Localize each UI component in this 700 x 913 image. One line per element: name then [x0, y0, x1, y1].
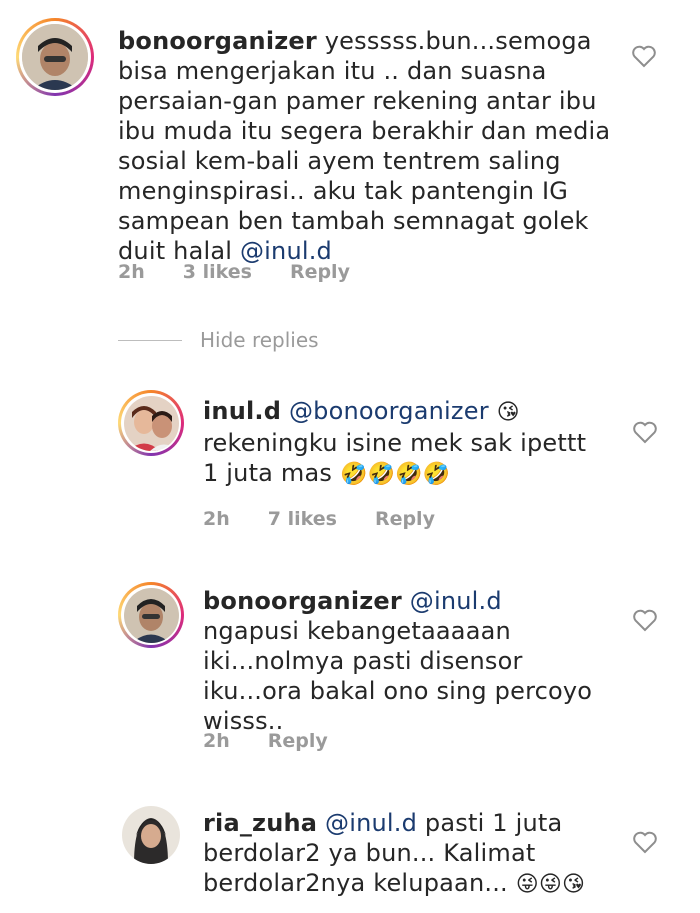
- comment-username[interactable]: bonoorganizer: [118, 27, 317, 55]
- avatar-photo: [123, 395, 179, 451]
- heart-outline-icon[interactable]: [632, 830, 658, 854]
- comment-body: ngapusi kebangetaaaaan iki...nolmya past…: [203, 617, 593, 735]
- comment-likes[interactable]: 3 likes: [183, 261, 252, 283]
- avatar-photo: [123, 587, 179, 643]
- divider-line: [118, 339, 182, 341]
- comment-4: ria_zuha @inul.d pasti 1 juta berdolar2 …: [0, 800, 700, 913]
- comment-1: bonoorganizer yesssss.bun...semoga bisa …: [0, 0, 700, 300]
- comment-meta: 2h 7 likes Reply: [203, 508, 435, 530]
- comment-time: 2h: [203, 508, 230, 530]
- hide-replies-label[interactable]: Hide replies: [200, 328, 319, 352]
- comment-2: inul.d @bonoorganizer 😘 rekeningku isine…: [0, 380, 700, 550]
- avatar[interactable]: [122, 806, 180, 864]
- avatar-photo: [122, 806, 180, 864]
- comment-mention[interactable]: @inul.d: [325, 809, 417, 837]
- comment-mention[interactable]: @inul.d: [410, 587, 502, 615]
- reply-button[interactable]: Reply: [268, 730, 328, 752]
- comment-time: 2h: [203, 730, 230, 752]
- comment-meta: 2h Reply: [203, 730, 328, 752]
- comment-body: yesssss.bun...semoga bisa mengerjakan it…: [118, 27, 611, 265]
- hide-replies-toggle[interactable]: Hide replies: [118, 328, 319, 352]
- comment-text: ria_zuha @inul.d pasti 1 juta berdolar2 …: [203, 808, 613, 900]
- comment-3: bonoorganizer @inul.d ngapusi kebangetaa…: [0, 570, 700, 770]
- comment-likes[interactable]: 7 likes: [268, 508, 337, 530]
- comment-time: 2h: [118, 261, 145, 283]
- heart-outline-icon[interactable]: [631, 44, 657, 68]
- reply-button[interactable]: Reply: [290, 261, 350, 283]
- winking-emoji: 😜😜😘: [515, 872, 586, 897]
- avatar[interactable]: [118, 582, 184, 648]
- heart-outline-icon[interactable]: [632, 608, 658, 632]
- heart-outline-icon[interactable]: [632, 420, 658, 444]
- comment-text: bonoorganizer @inul.d ngapusi kebangetaa…: [203, 586, 603, 736]
- reply-button[interactable]: Reply: [375, 508, 435, 530]
- avatar[interactable]: [16, 18, 94, 96]
- comment-mention[interactable]: @bonoorganizer: [289, 397, 489, 425]
- comment-username[interactable]: bonoorganizer: [203, 587, 402, 615]
- comment-meta: 2h 3 likes Reply: [118, 261, 350, 283]
- kiss-emoji: 😘: [496, 400, 520, 425]
- avatar[interactable]: [118, 390, 184, 456]
- comment-username[interactable]: inul.d: [203, 397, 281, 425]
- comment-text: bonoorganizer yesssss.bun...semoga bisa …: [118, 26, 638, 266]
- comment-username[interactable]: ria_zuha: [203, 809, 317, 837]
- avatar-photo: [22, 24, 88, 90]
- comment-text: inul.d @bonoorganizer 😘 rekeningku isine…: [203, 396, 603, 490]
- laughing-emoji: 🤣🤣🤣🤣: [339, 462, 451, 487]
